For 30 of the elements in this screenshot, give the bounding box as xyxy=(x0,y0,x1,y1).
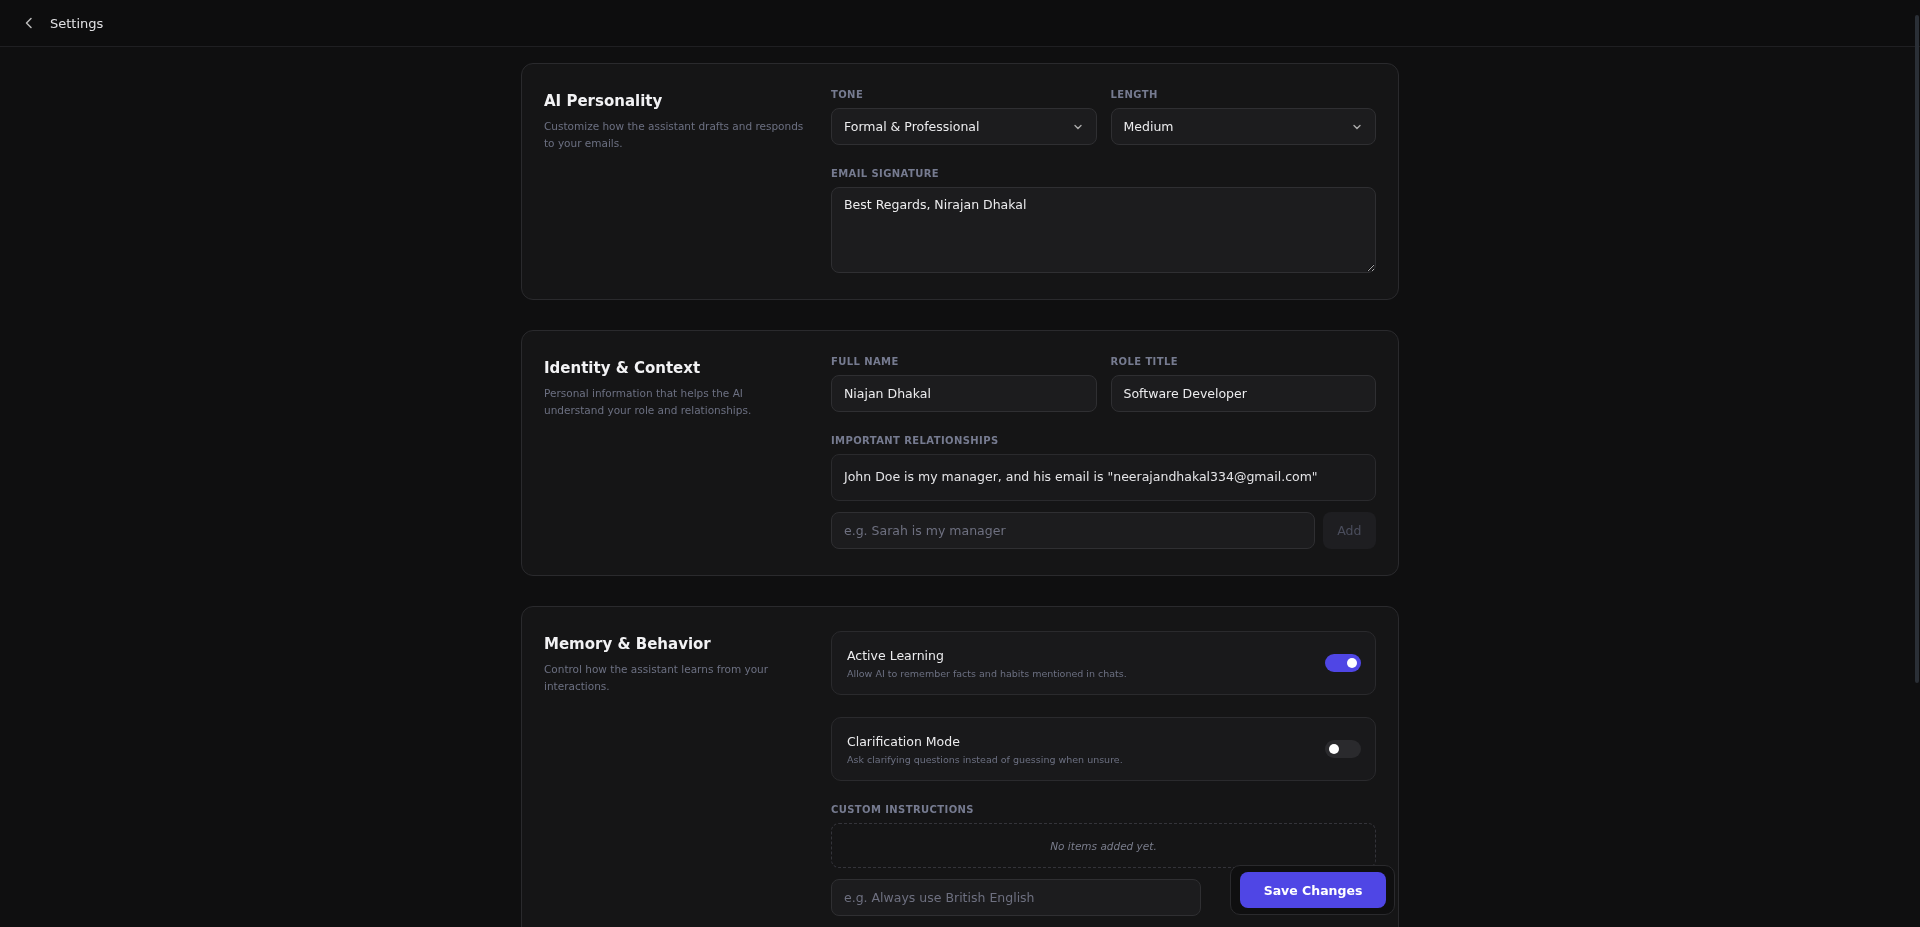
setting-description: Allow AI to remember facts and habits mentioned in chats. xyxy=(847,667,1127,679)
section-title: AI Personality xyxy=(544,92,664,110)
setting-description: Ask clarifying questions instead of guessing when unsure. xyxy=(847,753,1123,765)
setting-title: Clarification Mode xyxy=(847,733,961,749)
field-label: IMPORTANT RELATIONSHIPS xyxy=(831,434,1000,448)
page-title: Settings xyxy=(50,15,104,31)
setting-title: Active Learning xyxy=(847,647,945,663)
section-title: Memory & Behavior xyxy=(544,635,712,653)
field-label: CUSTOM INSTRUCTIONS xyxy=(831,803,975,817)
list-item: John Doe is my manager, and his email is "neerajandhakal334@gmail.com" xyxy=(831,454,1376,501)
field-label: ROLE TITLE xyxy=(1110,355,1179,369)
input-field[interactable]: Niajan Dhakal xyxy=(831,375,1097,412)
dropdown[interactable]: Formal & Professional xyxy=(831,108,1097,145)
input-field[interactable]: Software Developer xyxy=(1110,375,1376,412)
field-label: TONE xyxy=(831,88,865,102)
input-field[interactable]: e.g. Always use British English xyxy=(831,879,1201,916)
scrollbar-thumb[interactable] xyxy=(1915,15,1919,683)
toggle-switch[interactable] xyxy=(1325,654,1361,672)
field-label: EMAIL SIGNATURE xyxy=(831,167,941,181)
field-label: LENGTH xyxy=(1110,88,1159,102)
save-button[interactable]: Save Changes xyxy=(1240,872,1386,908)
dropdown[interactable]: Medium xyxy=(1110,108,1376,145)
text-area[interactable]: Best Regards, Nirajan Dhakal xyxy=(831,187,1376,273)
input-field[interactable]: e.g. Sarah is my manager xyxy=(831,512,1315,549)
section-description: Control how the assistant learns from your interactions. xyxy=(544,662,770,694)
section-description: Personal information that helps the AI understand your role and relationships. xyxy=(544,386,753,418)
section-title: Identity & Context xyxy=(544,359,702,377)
toggle-switch[interactable] xyxy=(1325,740,1361,758)
section-description: Customize how the assistant drafts and responds to your emails. xyxy=(544,119,804,151)
field-label: FULL NAME xyxy=(831,355,900,369)
